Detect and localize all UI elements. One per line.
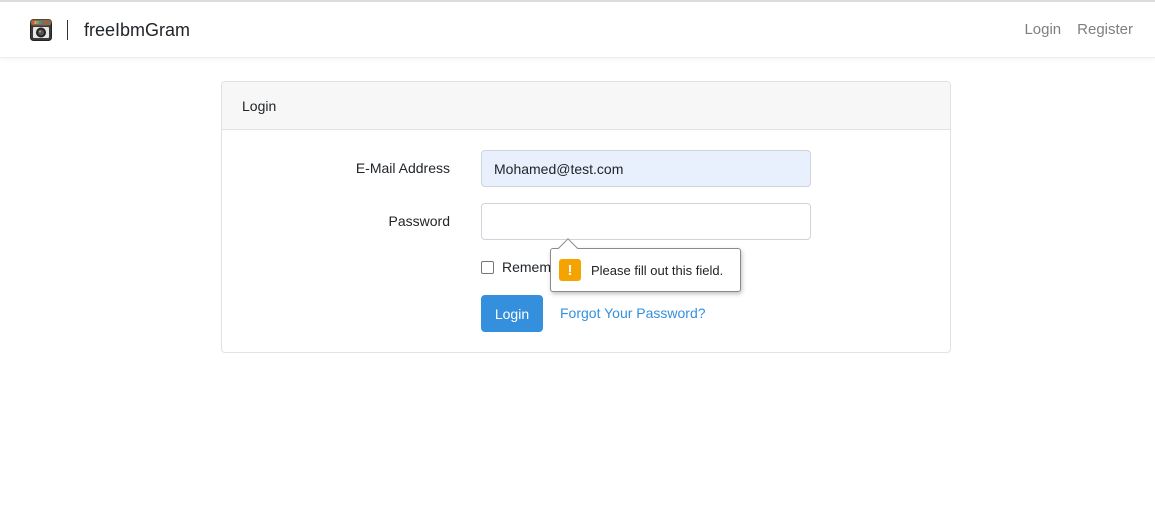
login-card: Login E-Mail Address Password Remember M… bbox=[221, 81, 951, 353]
warning-icon: ! bbox=[559, 259, 581, 281]
brand-name: freeIbmGram bbox=[84, 20, 191, 40]
password-input[interactable] bbox=[481, 203, 811, 240]
password-label: Password bbox=[388, 213, 450, 229]
tooltip-message: Please fill out this field. bbox=[591, 262, 724, 278]
card-header: Login bbox=[222, 82, 950, 130]
email-input[interactable] bbox=[481, 150, 811, 187]
brand-separator bbox=[67, 20, 68, 40]
camera-icon bbox=[30, 19, 52, 41]
brand[interactable]: freeIbmGram bbox=[30, 19, 190, 41]
login-button[interactable]: Login bbox=[481, 295, 543, 332]
card-title: Login bbox=[242, 97, 277, 114]
nav-links: Login Register bbox=[1024, 20, 1133, 40]
validation-tooltip: ! Please fill out this field. bbox=[550, 238, 741, 292]
forgot-password-link[interactable]: Forgot Your Password? bbox=[560, 305, 706, 321]
navbar: freeIbmGram Login Register bbox=[0, 2, 1155, 58]
email-label: E-Mail Address bbox=[355, 160, 450, 176]
nav-register-link[interactable]: Register bbox=[1077, 20, 1133, 40]
remember-me-checkbox[interactable] bbox=[481, 260, 494, 274]
nav-login-link[interactable]: Login bbox=[1024, 20, 1061, 40]
